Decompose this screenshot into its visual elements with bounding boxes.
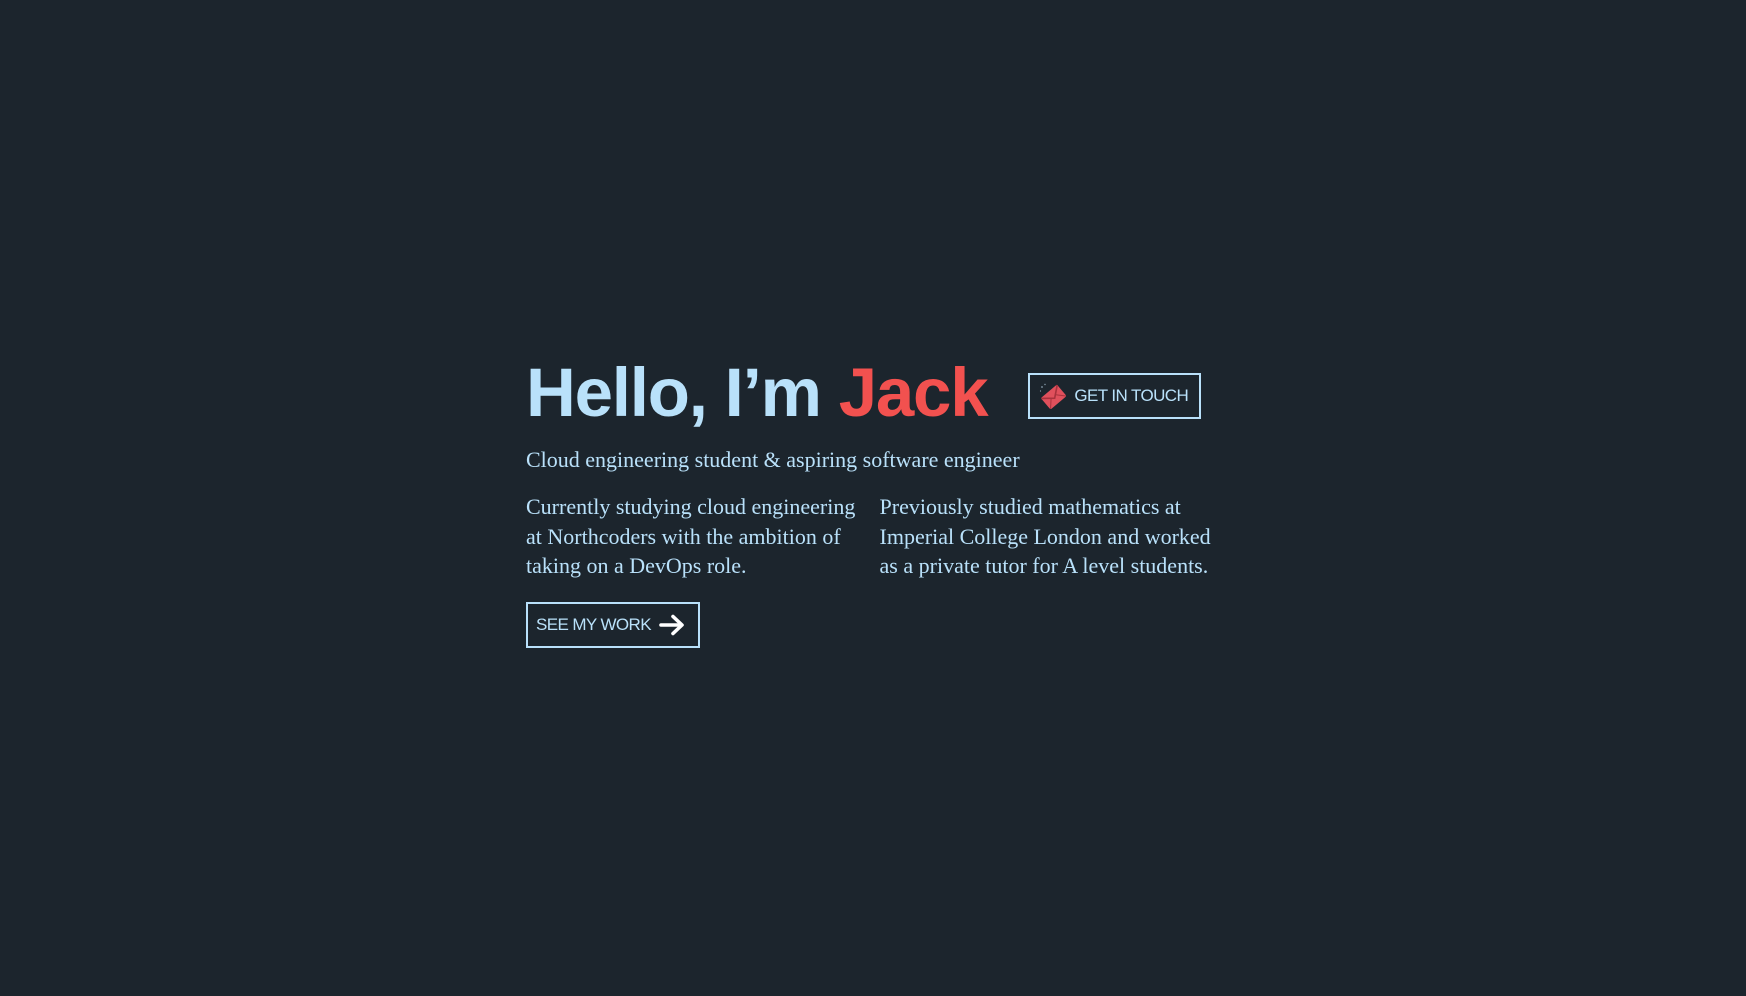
see-my-work-label: SEE MY WORK [536,614,652,634]
hero-section: Hello, I’m Jack GET IN TOUCH Cloud engin… [526,355,1226,648]
intro-paragraph-current: Currently studying cloud engineering at … [526,494,856,578]
title-row: Hello, I’m Jack GET IN TOUCH [526,355,1226,431]
name-text: Jack [838,354,989,431]
page: { "hero": { "greeting": "Hello, I’m ", "… [0,0,1746,996]
get-in-touch-button[interactable]: GET IN TOUCH [1028,373,1202,419]
arrow-right-icon [659,613,687,637]
intro-paragraph-previous: Previously studied mathematics at Imperi… [879,494,1211,578]
intro-columns: Currently studying cloud engineering at … [526,492,1226,581]
envelope-icon [1038,381,1068,411]
greeting-text: Hello, I’m [526,354,839,431]
tagline: Cloud engineering student & aspiring sof… [526,447,1020,472]
get-in-touch-label: GET IN TOUCH [1074,386,1189,405]
see-my-work-button[interactable]: SEE MY WORK [526,601,700,648]
hero-title: Hello, I’m Jack [526,354,989,431]
